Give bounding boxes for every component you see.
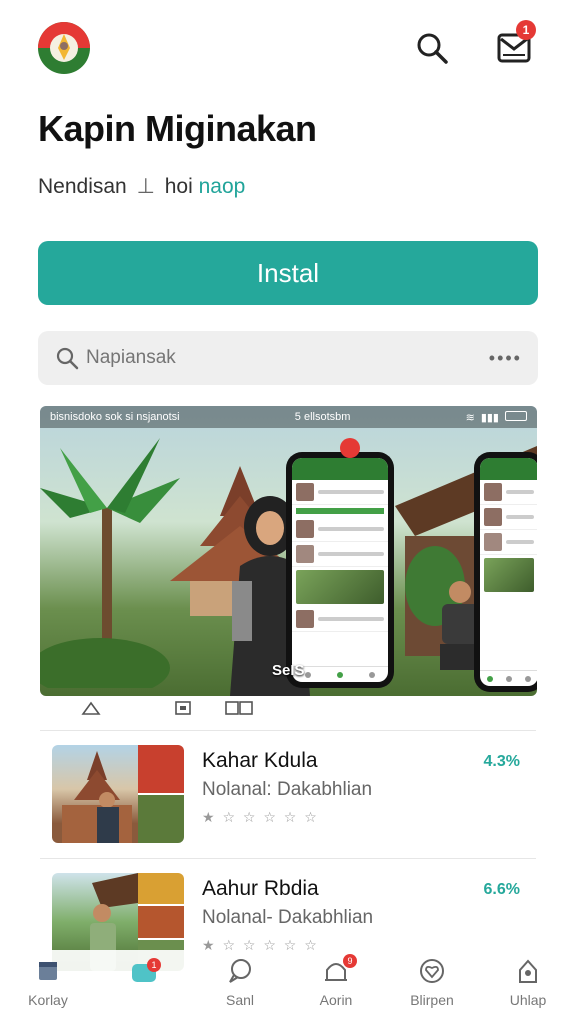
app-screenshot-carousel[interactable]: bisnisdoko sok si nsjanotsi 5 ellsotsbm … [40,406,537,696]
phone-mockup-main [286,452,394,688]
hero-status-icons: ≋ ▮▮▮ [465,410,527,424]
home-outline-icon[interactable] [80,700,102,716]
bottom-navigation: Korlay 1 Sanl 9 Aorin Blirpen Uhlap [0,950,576,1024]
list-item-subtitle: Nolanal- Dakabhlian [202,907,374,928]
hero-status-left: bisnisdoko sok si nsjanotsi [50,411,180,423]
inbox-badge: 1 [516,20,536,40]
subtitle-separator: ⊥ [136,175,155,198]
nav-item-favorites[interactable]: Blirpen [387,956,477,1008]
divider [40,730,536,731]
wifi-icon: ≋ [465,411,475,424]
profile-icon [519,959,537,983]
signal-icon: ▮▮▮ [480,411,499,424]
search-input[interactable] [86,347,489,369]
hero-label: SeIS [272,662,305,679]
map-pin-icon [340,438,360,458]
phone-mockup-secondary [474,452,537,692]
app-subtitle: Nendisan ⊥ hoi naop [38,174,245,199]
search-button[interactable] [410,26,454,70]
list-item-thumbnail [52,745,184,843]
battery-icon [505,410,527,421]
temple-image [62,751,132,843]
notification-badge: 9 [343,954,357,968]
screenshot-type-tabs [80,700,254,716]
book-icon[interactable] [224,700,254,716]
install-button[interactable]: Instal [38,241,538,305]
subtitle-part: hoi [164,175,193,198]
top-bar: 1 [0,0,576,100]
photo-icon[interactable] [172,700,194,716]
nav-item-home[interactable]: Korlay [3,956,93,1008]
search-icon [417,33,448,64]
inbox-button[interactable]: 1 [492,20,536,68]
more-options-icon[interactable]: •••• [489,348,522,369]
list-item[interactable]: Kahar Kdula Nolanal: Dakabhlian ★ ☆ ☆ ☆ … [52,745,538,845]
nav-label: Korlay [28,992,68,1008]
search-icon [56,347,79,370]
nav-label: Aorin [319,992,353,1008]
app-title: Kapin Miginakan [38,108,317,149]
nav-label: Uhlap [509,992,547,1008]
list-item-value: 4.3% [483,753,520,770]
list-item-value: 6.6% [483,881,520,898]
phone-header [292,458,388,480]
nav-label: Blirpen [410,992,454,1008]
rating-stars: ★ ☆ ☆ ☆ ☆ ☆ [202,809,319,825]
home-icon [39,962,57,980]
apps-badge: 1 [147,958,161,972]
list-item-title: Kahar Kdula [202,749,318,772]
nav-item-notifications[interactable]: 9 Aorin [291,954,381,1008]
nav-item-profile[interactable]: Uhlap [483,956,573,1008]
divider [40,858,536,859]
chat-icon [229,959,251,983]
list-item-title: Aahur Rbdia [202,877,319,900]
heart-icon [420,959,444,983]
nav-item-chat[interactable]: Sanl [195,956,285,1008]
list-item-subtitle: Nolanal: Dakabhlian [202,779,373,800]
search-bar[interactable]: •••• [38,331,538,385]
hero-status-bar: bisnisdoko sok si nsjanotsi 5 ellsotsbm … [40,406,537,428]
nav-label: Sanl [225,992,255,1008]
developer-name[interactable]: Nendisan [38,175,127,198]
app-logo-icon[interactable] [36,20,92,76]
hero-status-mid: 5 ellsotsbm [294,411,351,423]
phone-nav [292,666,388,682]
nav-item-apps[interactable]: 1 [99,956,189,992]
subtitle-accent[interactable]: naop [199,175,246,198]
